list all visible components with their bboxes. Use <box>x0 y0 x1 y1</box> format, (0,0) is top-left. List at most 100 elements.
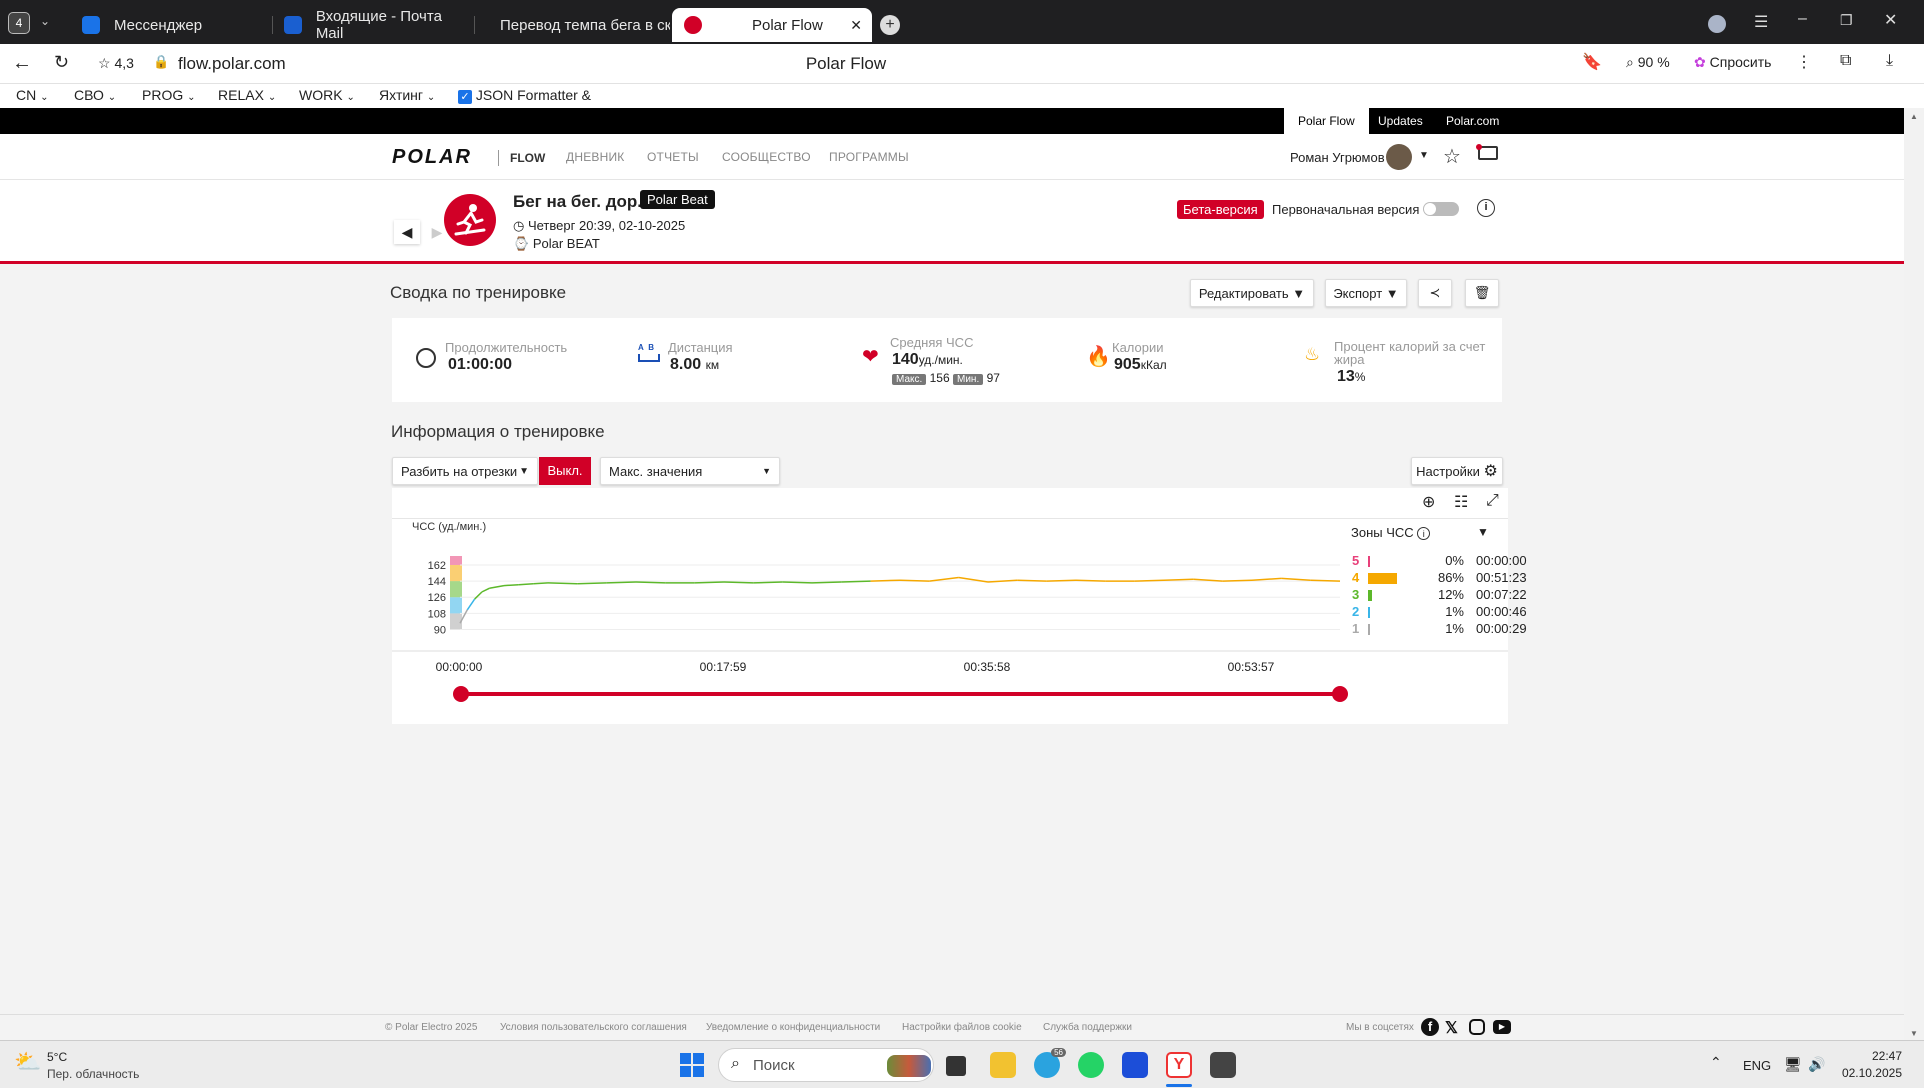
yandex-browser-icon[interactable]: Y <box>1166 1052 1192 1078</box>
export-label: Экспорт <box>1333 285 1383 301</box>
facebook-icon[interactable]: f <box>1421 1018 1439 1036</box>
fullscreen-icon[interactable]: ⤢ <box>1486 492 1499 510</box>
more-icon[interactable]: ⋮ <box>1796 52 1812 72</box>
zone-bar <box>1368 590 1373 601</box>
split-off-button[interactable]: Выкл. <box>539 457 591 485</box>
bookmark-json-formatter[interactable]: ✓ JSON Formatter & <box>458 87 591 104</box>
tray-chevron-icon[interactable]: ⌃ <box>1710 1054 1722 1071</box>
volume-icon[interactable]: 🔊 <box>1808 1056 1825 1073</box>
polar-logo[interactable]: POLAR <box>392 146 472 169</box>
weather-desc[interactable]: Пер. облачность <box>47 1067 139 1081</box>
hr-zones-toggle[interactable]: ▼ <box>1477 525 1489 539</box>
weather-icon[interactable]: ⛅ <box>14 1049 41 1075</box>
footer-support-link[interactable]: Служба поддержки <box>1043 1022 1132 1033</box>
distance-unit: км <box>705 358 720 372</box>
bookmark-folder[interactable]: PROG ⌄ <box>142 87 196 103</box>
ask-button[interactable]: ✿ Спросить <box>1694 54 1771 71</box>
prev-session-button[interactable]: ◀ <box>394 220 420 244</box>
weather-temp[interactable]: 5°C <box>47 1050 67 1064</box>
restore-icon[interactable]: ❐ <box>1840 12 1853 29</box>
page-scrollbar[interactable]: ▲ ▼ <box>1904 108 1924 1040</box>
youtube-icon[interactable]: ▶ <box>1493 1020 1511 1034</box>
export-button[interactable]: Экспорт ▼ <box>1325 279 1407 307</box>
original-version-toggle[interactable] <box>1423 202 1459 216</box>
chart-options-icon[interactable]: ☷ <box>1454 492 1468 512</box>
app-blue-icon[interactable] <box>1122 1052 1148 1078</box>
tab-polar-com[interactable]: Polar.com <box>1432 108 1513 134</box>
max-values-select[interactable]: Макс. значения ▼ <box>600 457 780 485</box>
bookmark-icon[interactable]: 🔖 <box>1582 52 1602 72</box>
edit-button[interactable]: Редактировать ▼ <box>1190 279 1314 307</box>
footer-terms-link[interactable]: Условия пользовательского соглашения <box>500 1022 687 1033</box>
download-icon[interactable]: ⤓ <box>1886 52 1893 70</box>
user-name[interactable]: Роман Угрюмов <box>1290 150 1385 165</box>
summary-card: Продолжительность 01:00:00 A B Дистанция… <box>392 318 1502 402</box>
clock-time[interactable]: 22:47 <box>1846 1049 1902 1063</box>
footer-privacy-link[interactable]: Уведомление о конфиденциальности <box>706 1022 880 1033</box>
instagram-icon[interactable] <box>1469 1019 1485 1035</box>
user-menu-chevron-icon[interactable]: ▼ <box>1419 150 1429 161</box>
start-icon[interactable] <box>680 1053 704 1077</box>
tab-messenger[interactable]: Мессенджер <box>70 8 270 42</box>
minimize-icon[interactable]: – <box>1798 10 1807 28</box>
tab-count-button[interactable]: 4 <box>8 12 30 34</box>
file-explorer-icon[interactable] <box>990 1052 1016 1078</box>
hr-zone-band <box>450 564 462 582</box>
task-view-icon[interactable] <box>946 1056 966 1076</box>
split-select[interactable]: Разбить на отрезки ▼ <box>392 457 538 485</box>
info-heading: Информация о тренировке <box>391 422 605 441</box>
range-slider-end-handle[interactable] <box>1332 686 1348 702</box>
x-tick-label: 00:00:00 <box>435 660 483 674</box>
tab-list-chevron-icon[interactable]: ⌄ <box>40 14 50 28</box>
profile-icon[interactable] <box>1708 15 1726 33</box>
bookmark-folder[interactable]: WORK ⌄ <box>299 87 355 103</box>
settings-button[interactable]: Настройки ⚙ <box>1411 457 1503 485</box>
range-slider-start-handle[interactable] <box>453 686 469 702</box>
nav-reports[interactable]: ОТЧЕТЫ <box>647 150 699 164</box>
footer-cookie-link[interactable]: Настройки файлов cookie <box>902 1022 1022 1033</box>
favorites-star-icon[interactable]: ☆ <box>1443 144 1461 169</box>
bookmarks-bar: CN ⌄ СВО ⌄ PROG ⌄ RELAX ⌄ WORK ⌄ Яхтинг … <box>0 84 1924 108</box>
nav-diary[interactable]: ДНЕВНИК <box>566 150 624 164</box>
info-icon[interactable]: i <box>1477 199 1495 217</box>
bookmark-folder[interactable]: CN ⌄ <box>16 87 49 103</box>
zoom-in-icon[interactable]: ⊕ <box>1422 492 1435 512</box>
range-slider-track[interactable] <box>460 692 1340 696</box>
tab-polar-flow-site[interactable]: Polar Flow <box>1284 108 1369 134</box>
hr-line-segment <box>1075 579 1106 582</box>
bookmark-folder[interactable]: СВО ⌄ <box>74 87 116 103</box>
tab-mail[interactable]: Входящие - Почта Mail <box>272 8 472 42</box>
calculator-icon[interactable] <box>1210 1052 1236 1078</box>
language-indicator[interactable]: ENG <box>1743 1058 1771 1073</box>
y-axis-label: ЧСС (уд./мин.) <box>412 521 486 533</box>
menu-icon[interactable]: ☰ <box>1754 12 1768 32</box>
hr-line-segment <box>577 582 607 585</box>
telegram-icon[interactable]: 56 <box>1034 1048 1066 1078</box>
new-tab-button[interactable]: + <box>880 15 900 35</box>
share-button[interactable]: ≺ <box>1418 279 1452 307</box>
delete-button[interactable]: 🗑 <box>1465 279 1499 307</box>
info-icon[interactable]: i <box>1417 527 1431 540</box>
calories-value: 905кКал <box>1114 356 1167 374</box>
tab-updates[interactable]: Updates <box>1364 108 1437 134</box>
clock-icon: ◷ <box>513 218 525 233</box>
collections-icon[interactable]: ⧉ <box>1840 52 1851 70</box>
avatar[interactable] <box>1386 144 1412 170</box>
bookmark-label: Яхтинг <box>379 87 424 103</box>
zone-time: 00:51:23 <box>1476 570 1527 585</box>
nav-community[interactable]: СООБЩЕСТВО <box>722 150 811 164</box>
x-icon[interactable]: 𝕏 <box>1445 1018 1458 1038</box>
nav-programs[interactable]: ПРОГРАММЫ <box>829 150 909 164</box>
taskbar-search[interactable]: ⌕ Поиск <box>718 1048 934 1082</box>
bookmark-folder[interactable]: RELAX ⌄ <box>218 87 276 103</box>
bookmark-folder[interactable]: Яхтинг ⌄ <box>379 87 435 103</box>
zoom-indicator[interactable]: ⌕ 90 % <box>1626 54 1670 71</box>
network-icon[interactable]: 🖥 <box>1784 1056 1802 1073</box>
clock-date[interactable]: 02.10.2025 <box>1836 1066 1902 1080</box>
summary-heading: Сводка по тренировке <box>390 283 567 302</box>
tab-polar-flow[interactable]: Polar Flow ✕ <box>672 8 872 42</box>
whatsapp-icon[interactable] <box>1078 1052 1104 1078</box>
close-window-icon[interactable]: ✕ <box>1884 10 1897 30</box>
close-tab-icon[interactable]: ✕ <box>850 17 862 34</box>
tab-pace[interactable]: Перевод темпа бега в ско <box>474 8 670 42</box>
